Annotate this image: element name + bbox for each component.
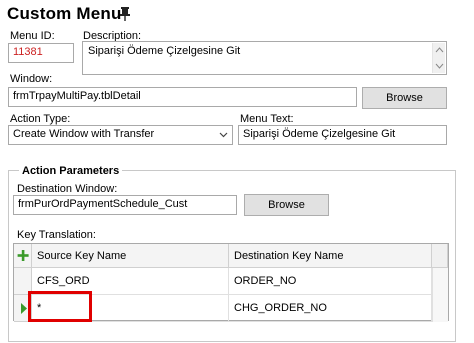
column-header-source[interactable]: Source Key Name: [32, 244, 229, 268]
action-type-label: Action Type:: [10, 113, 71, 125]
table-row-destination-cell[interactable]: CHG_ORDER_NO: [229, 295, 432, 322]
window-field[interactable]: frmTrpayMultiPay.tblDetail: [8, 87, 357, 107]
scroll-up-icon[interactable]: [433, 45, 446, 55]
destination-browse-button[interactable]: Browse: [244, 194, 329, 216]
description-scrollbar[interactable]: [432, 43, 445, 73]
column-header-destination[interactable]: Destination Key Name: [229, 244, 432, 268]
plus-icon[interactable]: [14, 244, 32, 268]
description-field[interactable]: Siparişi Ödeme Çizelgesine Git: [82, 41, 447, 75]
action-parameters-title: Action Parameters: [19, 165, 123, 177]
scroll-down-icon[interactable]: [433, 61, 446, 71]
destination-window-label: Destination Window:: [17, 183, 118, 195]
grid-scroll-track[interactable]: [432, 268, 448, 322]
destination-window-field[interactable]: frmPurOrdPaymentSchedule_Cust: [13, 195, 237, 215]
description-text: Siparişi Ödeme Çizelgesine Git: [88, 45, 241, 57]
menu-id-field[interactable]: 11381: [8, 43, 74, 63]
table-row-destination-cell[interactable]: ORDER_NO: [229, 268, 432, 295]
action-type-value: Create Window with Transfer: [13, 128, 155, 140]
menu-id-label: Menu ID:: [10, 30, 55, 42]
menu-text-label: Menu Text:: [240, 113, 294, 125]
grid-corner: [14, 244, 32, 268]
window-label: Window:: [10, 73, 53, 85]
highlight-box: [28, 291, 92, 322]
window-browse-button[interactable]: Browse: [362, 87, 447, 109]
chevron-down-icon: [219, 132, 228, 138]
page-title: Custom Menu: [7, 4, 122, 23]
grid-scrollbar[interactable]: [432, 244, 448, 268]
pin-icon[interactable]: [118, 6, 132, 22]
action-type-select[interactable]: Create Window with Transfer: [8, 125, 233, 145]
key-translation-label: Key Translation:: [17, 229, 96, 241]
menu-text-field[interactable]: Siparişi Ödeme Çizelgesine Git: [238, 125, 447, 145]
